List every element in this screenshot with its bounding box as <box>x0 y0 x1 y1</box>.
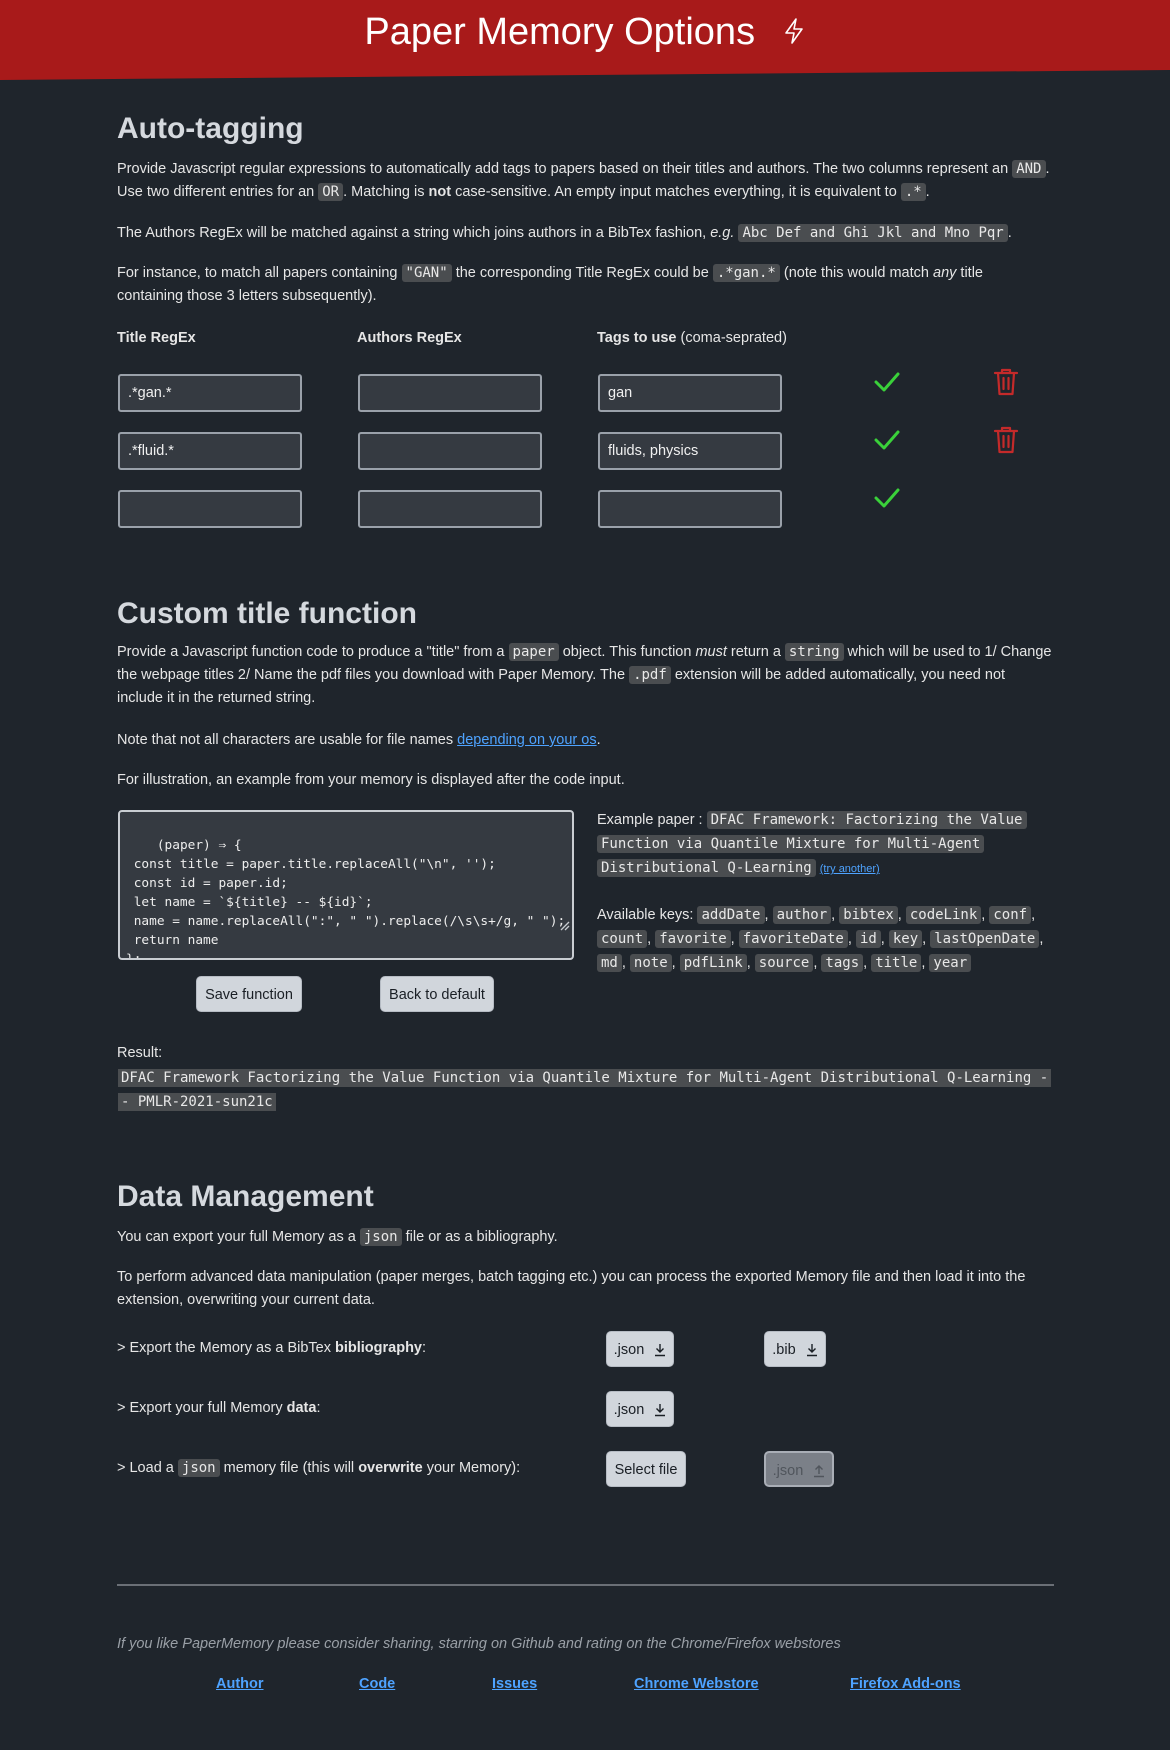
title-regex-input[interactable]: .*fluid.* <box>118 432 302 470</box>
available-key: favoriteDate <box>738 930 848 948</box>
authors-regex-input[interactable] <box>358 374 542 412</box>
available-key: note <box>629 954 672 972</box>
autotag-heading: Auto-tagging <box>117 112 304 145</box>
export-bib-button[interactable]: .bib <box>764 1331 826 1367</box>
available-key: source <box>754 954 814 972</box>
available-key: lastOpenDate <box>930 930 1040 948</box>
example-paper-label: Example paper : <box>597 812 703 828</box>
trash-icon[interactable] <box>993 367 1019 405</box>
result-label: Result: <box>117 1045 163 1061</box>
available-key: id <box>855 930 881 948</box>
zap-icon <box>782 11 806 57</box>
footer-divider <box>117 1584 1054 1586</box>
title-function-code-editor[interactable]: (paper) ⇒ { const title = paper.title.re… <box>118 810 574 960</box>
autotag-paragraph-3: For instance, to match all papers contai… <box>117 264 983 305</box>
available-key: md <box>597 954 622 972</box>
check-icon[interactable] <box>873 486 901 518</box>
available-key: count <box>597 930 648 948</box>
custom-title-heading: Custom title function <box>117 597 417 630</box>
available-keys-label: Available keys: <box>597 907 694 923</box>
upload-icon <box>814 1465 825 1478</box>
custom-paragraph-2: Note that not all characters are usable … <box>117 732 601 748</box>
col-authors-regex: Authors RegEx <box>357 330 462 346</box>
available-key: addDate <box>697 906 765 924</box>
data-paragraph-1: You can export your full Memory as a jso… <box>117 1228 558 1246</box>
try-another-link[interactable]: (try another) <box>820 863 880 875</box>
page-title-wrap: Paper Memory Options <box>0 10 1170 57</box>
page-title: Paper Memory Options <box>364 11 756 53</box>
authors-regex-input[interactable] <box>358 490 542 528</box>
export-data-json-button[interactable]: .json <box>606 1391 674 1427</box>
check-icon[interactable] <box>873 370 901 402</box>
tags-input[interactable] <box>598 490 782 528</box>
footer-link-chrome-webstore[interactable]: Chrome Webstore <box>634 1673 759 1696</box>
download-icon <box>655 1344 666 1357</box>
check-icon[interactable] <box>873 428 901 460</box>
tags-input[interactable]: gan <box>598 374 782 412</box>
autotag-paragraph-2: The Authors RegEx will be matched agains… <box>117 224 1012 242</box>
available-key: bibtex <box>839 906 898 924</box>
tags-input[interactable]: fluids, physics <box>598 432 782 470</box>
save-function-button[interactable]: Save function <box>196 976 302 1012</box>
back-to-default-button[interactable]: Back to default <box>380 976 494 1012</box>
col-tags: Tags to use (coma-seprated) <box>597 330 787 346</box>
col-title-regex: Title RegEx <box>117 330 196 346</box>
available-key: tags <box>821 954 864 972</box>
download-icon <box>655 1404 666 1417</box>
example-paper-title: DFAC Framework: Factorizing the Value <box>706 811 1027 829</box>
example-paper: Example paper : DFAC Framework: Factoriz… <box>597 808 1053 881</box>
trash-icon[interactable] <box>993 425 1019 463</box>
load-memory-label: > Load a json memory file (this will ove… <box>117 1459 521 1477</box>
custom-paragraph-1: Provide a Javascript function code to pr… <box>117 643 1052 707</box>
export-bibliography-label: > Export the Memory as a BibTex bibliogr… <box>117 1340 427 1356</box>
export-bib-json-button[interactable]: .json <box>606 1331 674 1367</box>
footer-note: If you like PaperMemory please consider … <box>117 1636 841 1652</box>
data-management-heading: Data Management <box>117 1180 374 1213</box>
code-text: (paper) ⇒ { const title = paper.title.re… <box>126 838 566 960</box>
available-key: codeLink <box>905 906 982 924</box>
footer-link-issues[interactable]: Issues <box>492 1673 537 1696</box>
custom-paragraph-3: For illustration, an example from your m… <box>117 772 625 788</box>
available-key: favorite <box>655 930 731 948</box>
available-key: pdfLink <box>679 954 747 972</box>
available-keys: Available keys: addDate, author, bibtex,… <box>597 906 1044 972</box>
available-key: title <box>871 954 922 972</box>
result-value: DFAC Framework Factorizing the Value Fun… <box>118 1066 1054 1114</box>
resize-handle-icon[interactable] <box>512 899 570 956</box>
title-regex-input[interactable] <box>118 490 302 528</box>
available-key: key <box>888 930 923 948</box>
autotag-paragraph-1: Provide Javascript regular expressions t… <box>117 160 1050 202</box>
data-paragraph-2: To perform advanced data manipulation (p… <box>117 1269 1026 1309</box>
footer-link-firefox-addons[interactable]: Firefox Add-ons <box>850 1673 961 1696</box>
available-key: conf <box>989 906 1032 924</box>
export-data-label: > Export your full Memory data: <box>117 1400 321 1416</box>
title-regex-input[interactable]: .*gan.* <box>118 374 302 412</box>
available-key: author <box>772 906 832 924</box>
select-file-button[interactable]: Select file <box>606 1451 686 1487</box>
footer-link-code[interactable]: Code <box>359 1673 395 1696</box>
available-key: year <box>929 954 972 972</box>
upload-json-button[interactable]: .json <box>764 1451 834 1487</box>
authors-regex-input[interactable] <box>358 432 542 470</box>
download-icon <box>806 1344 817 1357</box>
footer-link-author[interactable]: Author <box>216 1673 264 1696</box>
os-filenames-link[interactable]: depending on your os <box>457 732 596 748</box>
